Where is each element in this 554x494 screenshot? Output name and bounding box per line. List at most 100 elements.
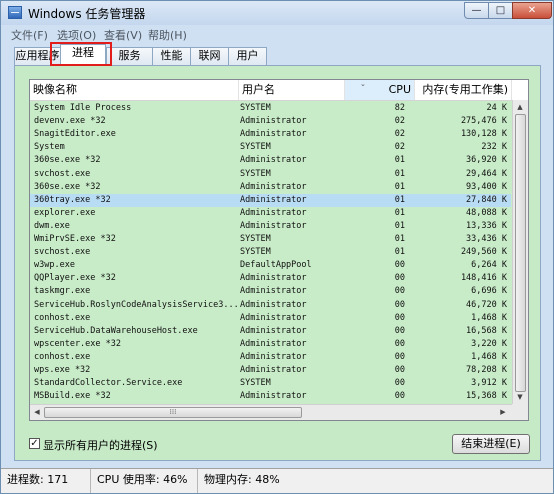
user-name-cell: SYSTEM [240, 168, 271, 179]
process-name-cell: w3wp.exe [34, 260, 75, 271]
table-row[interactable]: wpscenter.exe *32 Administrator 00 3,220 K [30, 338, 511, 351]
scroll-right-icon[interactable]: ▶ [496, 405, 510, 419]
cpu-cell: 01 [394, 234, 405, 244]
table-row[interactable]: System SYSTEM 02 232 K [30, 141, 511, 154]
process-name-cell: QQPlayer.exe *32 [34, 273, 116, 284]
table-row[interactable]: explorer.exe Administrator 01 48,088 K [30, 207, 511, 220]
user-name-cell: SYSTEM [240, 247, 271, 258]
menu-file[interactable]: 文件(F) [11, 27, 48, 43]
table-row[interactable]: wps.exe *32 Administrator 00 78,208 K [30, 364, 511, 377]
cpu-cell: 00 [394, 325, 405, 336]
table-row[interactable]: ServiceHub.RoslynCodeAnalysisService3...… [30, 299, 511, 312]
table-row[interactable]: devenv.exe *32 Administrator 02 275,476 K [30, 115, 511, 128]
memory-cell: 46,720 K [466, 299, 507, 310]
table-row[interactable]: conhost.exe Administrator 00 1,468 K [30, 312, 511, 325]
process-name-cell: svchost.exe [34, 168, 91, 179]
user-name-cell: Administrator [240, 129, 307, 140]
column-cpu[interactable]: CPU [345, 80, 415, 100]
tab-networking[interactable]: 联网 [190, 47, 229, 65]
process-name-cell: ServiceHub.RoslynCodeAnalysisService3... [34, 299, 239, 310]
cpu-cell: 01 [394, 181, 405, 192]
end-process-button[interactable]: 结束进程(E) [452, 434, 530, 454]
user-name-cell: Administrator [240, 116, 307, 127]
user-name-cell: Administrator [240, 325, 307, 336]
memory-cell: 24 K [486, 103, 507, 113]
scroll-left-icon[interactable]: ◀ [30, 405, 44, 419]
process-name-cell: System [34, 142, 65, 153]
table-row[interactable]: SnagitEditor.exe Administrator 02 130,128 K [30, 128, 511, 141]
title-bar[interactable]: Windows 任务管理器 — □ ✕ [1, 1, 553, 25]
table-row[interactable]: System Idle Process SYSTEM 82 24 K [30, 102, 511, 115]
task-manager-window: Windows 任务管理器 — □ ✕ 文件(F) 选项(O) 查看(V) 帮助… [0, 0, 554, 494]
user-name-cell: Administrator [240, 365, 307, 375]
show-all-users-checkbox[interactable]: ✓ [29, 438, 40, 449]
scroll-down-icon[interactable]: ▼ [513, 390, 527, 404]
memory-cell: 249,560 K [460, 247, 507, 258]
tab-performance[interactable]: 性能 [152, 47, 191, 65]
cpu-cell: 00 [394, 365, 405, 375]
cpu-cell: 00 [394, 286, 405, 297]
table-row[interactable]: StandardCollector.Service.exe SYSTEM 00 3,9… [30, 377, 511, 390]
vertical-scroll-thumb[interactable] [515, 114, 526, 392]
memory-cell: 36,920 K [466, 155, 507, 166]
cpu-cell: 02 [394, 129, 405, 140]
vertical-scrollbar[interactable]: ▲ ▼ [512, 100, 528, 404]
process-name-cell: System Idle Process [34, 103, 132, 113]
tab-services[interactable]: 服务 [106, 47, 153, 65]
user-name-cell: SYSTEM [240, 378, 271, 389]
table-row[interactable]: ServiceHub.DataWarehouseHost.exe Administ… [30, 325, 511, 338]
horizontal-scroll-thumb[interactable]: ⁞⁞⁞ [44, 407, 302, 418]
maximize-button[interactable]: □ [488, 2, 513, 19]
process-name-cell: 360se.exe *32 [34, 155, 101, 166]
status-cpu-usage: CPU 使用率: 46% [91, 469, 198, 493]
table-row[interactable]: conhost.exe Administrator 00 1,468 K [30, 351, 511, 364]
table-row[interactable]: 360se.exe *32 Administrator 01 36,920 K [30, 154, 511, 167]
table-row[interactable]: 360se.exe *32 Administrator 01 93,400 K [30, 181, 511, 194]
tab-users[interactable]: 用户 [228, 47, 267, 65]
process-name-cell: devenv.exe *32 [34, 116, 106, 127]
window-title: Windows 任务管理器 [28, 7, 146, 21]
horizontal-scrollbar[interactable]: ◀ ⁞⁞⁞ ▶ [30, 404, 512, 420]
scroll-up-icon[interactable]: ▲ [513, 100, 527, 114]
table-row[interactable]: svchost.exe SYSTEM 01 249,560 K [30, 246, 511, 259]
cpu-cell: 00 [394, 391, 405, 402]
tab-highlight-box [50, 42, 112, 66]
process-name-cell: conhost.exe [34, 312, 91, 323]
table-row[interactable]: QQPlayer.exe *32 Administrator 00 148,416 K [30, 272, 511, 285]
process-table: 映像名称 用户名 CPU 内存(专用工作集) ⌄ System Idle Pro… [29, 79, 529, 421]
status-bar: 进程数: 171 CPU 使用率: 46% 物理内存: 48% [1, 468, 553, 493]
cpu-cell: 01 [394, 194, 405, 205]
cpu-cell: 01 [394, 155, 405, 166]
cpu-cell: 00 [394, 299, 405, 310]
memory-cell: 275,476 K [460, 116, 507, 127]
memory-cell: 1,468 K [471, 351, 507, 362]
sort-descending-icon: ⌄ [360, 80, 366, 88]
menu-help[interactable]: 帮助(H) [148, 27, 187, 43]
column-user-name[interactable]: 用户名 [239, 80, 345, 100]
memory-cell: 3,220 K [471, 338, 507, 349]
table-row[interactable]: WmiPrvSE.exe *32 SYSTEM 01 33,436 K [30, 233, 511, 246]
memory-cell: 78,208 K [466, 365, 507, 375]
memory-cell: 6,696 K [471, 286, 507, 297]
table-row[interactable]: svchost.exe SYSTEM 01 29,464 K [30, 168, 511, 181]
cpu-cell: 00 [394, 351, 405, 362]
table-row[interactable]: taskmgr.exe Administrator 00 6,696 K [30, 285, 511, 298]
column-memory[interactable]: 内存(专用工作集) [415, 80, 512, 100]
column-image-name[interactable]: 映像名称 [30, 80, 239, 100]
user-name-cell: DefaultAppPool [240, 260, 312, 271]
menu-options[interactable]: 选项(O) [57, 27, 96, 43]
minimize-button[interactable]: — [464, 2, 489, 19]
processes-panel: 映像名称 用户名 CPU 内存(专用工作集) ⌄ System Idle Pro… [14, 65, 541, 461]
cpu-cell: 01 [394, 220, 405, 231]
user-name-cell: Administrator [240, 286, 307, 297]
show-all-users-label[interactable]: 显示所有用户的进程(S) [43, 437, 158, 453]
menu-view[interactable]: 查看(V) [104, 27, 142, 43]
table-row[interactable]: w3wp.exe DefaultAppPool 00 6,264 K [30, 259, 511, 272]
process-name-cell: wps.exe *32 [34, 365, 91, 375]
close-button[interactable]: ✕ [512, 2, 552, 19]
memory-cell: 48,088 K [466, 207, 507, 218]
table-row[interactable]: 360tray.exe *32 Administrator 01 27,840 K [30, 193, 511, 207]
table-row[interactable]: dwm.exe Administrator 01 13,336 K [30, 220, 511, 233]
table-row[interactable]: MSBuild.exe *32 Administrator 00 15,368 K [30, 390, 511, 403]
user-name-cell: Administrator [240, 299, 307, 310]
